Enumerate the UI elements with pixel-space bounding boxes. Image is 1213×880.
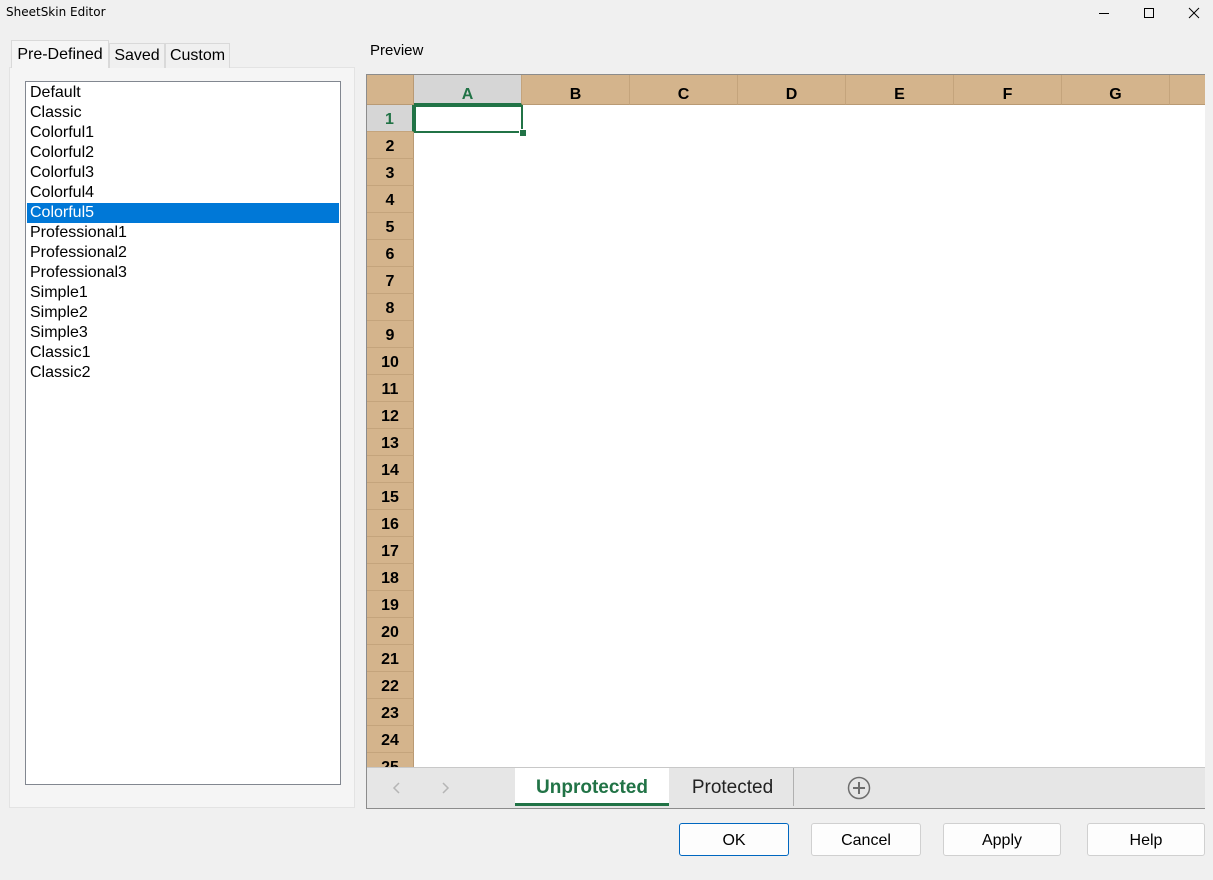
row-header[interactable]: 1 (367, 105, 414, 132)
row-header[interactable]: 16 (367, 510, 414, 537)
skin-list-item[interactable]: Classic1 (27, 343, 339, 363)
row-header[interactable]: 6 (367, 240, 414, 267)
column-header[interactable]: D (738, 75, 846, 105)
tab-saved[interactable]: Saved (109, 43, 165, 68)
preview-label: Preview (370, 42, 424, 59)
row-header[interactable]: 2 (367, 132, 414, 159)
title-bar: SheetSkin Editor (0, 0, 1213, 26)
skin-list-item[interactable]: Simple1 (27, 283, 339, 303)
skin-list-item[interactable]: Professional3 (27, 263, 339, 283)
column-header[interactable]: F (954, 75, 1062, 105)
column-header-partial (1170, 75, 1205, 105)
skin-list-item[interactable]: Colorful3 (27, 163, 339, 183)
close-icon (1188, 7, 1200, 19)
column-header[interactable]: E (846, 75, 954, 105)
row-header[interactable]: 14 (367, 456, 414, 483)
skin-list-item[interactable]: Colorful4 (27, 183, 339, 203)
minimize-button[interactable] (1081, 0, 1127, 26)
chevron-right-icon (442, 782, 450, 794)
sheet-tab-protected[interactable]: Protected (672, 768, 794, 806)
row-header[interactable]: 12 (367, 402, 414, 429)
column-header[interactable]: G (1062, 75, 1170, 105)
add-sheet-button[interactable] (847, 776, 871, 800)
sheet-tab-bar: Unprotected Protected (367, 767, 1205, 808)
cancel-button[interactable]: Cancel (811, 823, 921, 856)
row-header[interactable]: 8 (367, 294, 414, 321)
scroll-tabs-left-button[interactable] (387, 778, 407, 798)
window-title: SheetSkin Editor (6, 5, 106, 19)
skin-list-item[interactable]: Simple2 (27, 303, 339, 323)
row-header[interactable]: 17 (367, 537, 414, 564)
skin-list-item[interactable]: Colorful1 (27, 123, 339, 143)
row-header[interactable]: 20 (367, 618, 414, 645)
row-header[interactable]: 19 (367, 591, 414, 618)
tab-custom[interactable]: Custom (165, 43, 230, 68)
row-header[interactable]: 24 (367, 726, 414, 753)
chevron-left-icon (392, 782, 400, 794)
skin-list-item[interactable]: Colorful2 (27, 143, 339, 163)
skin-list-item[interactable]: Simple3 (27, 323, 339, 343)
row-header[interactable]: 4 (367, 186, 414, 213)
row-header[interactable]: 23 (367, 699, 414, 726)
help-button[interactable]: Help (1087, 823, 1205, 856)
ok-button[interactable]: OK (679, 823, 789, 856)
column-header[interactable]: B (522, 75, 630, 105)
maximize-icon (1144, 8, 1154, 18)
skin-list-item[interactable]: Professional2 (27, 243, 339, 263)
maximize-button[interactable] (1126, 0, 1172, 26)
plus-circle-icon (847, 776, 871, 800)
skin-list-item[interactable]: Colorful5 (27, 203, 339, 223)
minimize-icon (1099, 13, 1109, 14)
sheet-tab-unprotected[interactable]: Unprotected (515, 768, 669, 806)
row-header[interactable]: 13 (367, 429, 414, 456)
row-header[interactable]: 15 (367, 483, 414, 510)
preview-spreadsheet: A B C D E F G 1 2 3 4 5 6 7 8 9 10 11 12 13 14 15 16 17 18 19 20 21… (366, 74, 1205, 809)
skin-list-item[interactable]: Classic2 (27, 363, 339, 383)
row-header[interactable]: 21 (367, 645, 414, 672)
select-all-corner[interactable] (367, 75, 414, 105)
row-header[interactable]: 7 (367, 267, 414, 294)
active-cell[interactable] (414, 105, 523, 133)
skin-list-item[interactable]: Default (27, 83, 339, 103)
skin-list-item[interactable]: Classic (27, 103, 339, 123)
row-header[interactable]: 11 (367, 375, 414, 402)
row-header[interactable]: 22 (367, 672, 414, 699)
skin-list[interactable]: Default Classic Colorful1 Colorful2 Colorful… (25, 81, 341, 785)
row-header[interactable]: 10 (367, 348, 414, 375)
scroll-tabs-right-button[interactable] (435, 778, 455, 798)
row-header[interactable]: 18 (367, 564, 414, 591)
apply-button[interactable]: Apply (943, 823, 1061, 856)
column-header[interactable]: C (630, 75, 738, 105)
row-header[interactable]: 5 (367, 213, 414, 240)
row-header[interactable]: 9 (367, 321, 414, 348)
column-header[interactable]: A (414, 75, 522, 105)
tab-pre-defined[interactable]: Pre-Defined (11, 40, 109, 68)
close-button[interactable] (1171, 0, 1213, 26)
skin-list-item[interactable]: Professional1 (27, 223, 339, 243)
row-header[interactable]: 3 (367, 159, 414, 186)
fill-handle[interactable] (519, 129, 527, 137)
